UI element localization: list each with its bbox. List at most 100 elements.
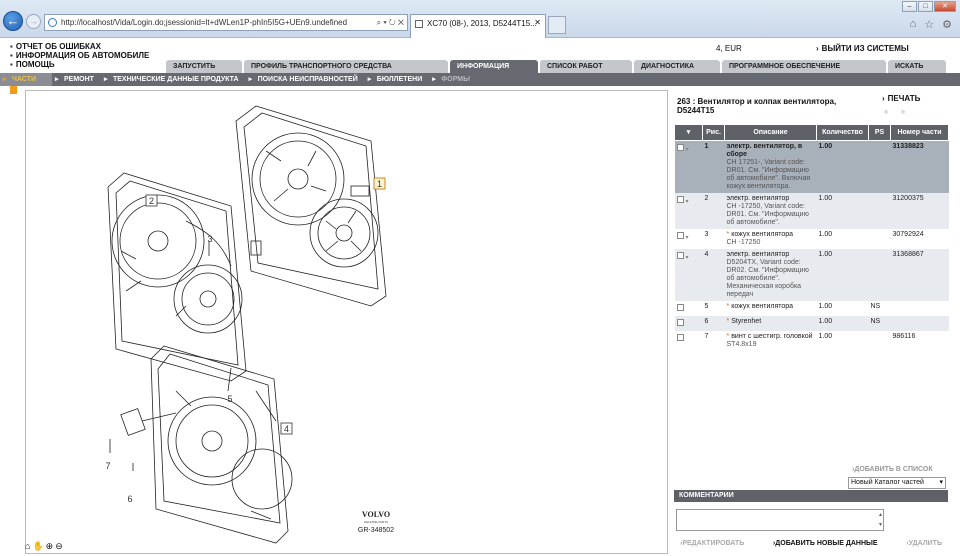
subnav-repair[interactable]: РЕМОНТ: [52, 73, 101, 86]
maximize-button[interactable]: □: [918, 1, 933, 12]
page-nav-arrows[interactable]: « »: [884, 107, 910, 116]
callout-4[interactable]: 4: [284, 424, 289, 434]
row-part-number[interactable]: 31338823: [890, 140, 949, 193]
parts-row[interactable]: ▾ 4 электр. вентилятор D5204TX, Variant cod…: [674, 249, 949, 301]
row-desc-text: электр. вентилятор, в сборе: [726, 143, 803, 158]
add-comment-button[interactable]: ДОБАВИТЬ НОВЫЕ ДАННЫЕ: [773, 540, 877, 547]
callout-5[interactable]: 5: [227, 394, 232, 404]
row-desc-text: Styrenhet: [731, 318, 762, 325]
row-ps: [868, 249, 891, 301]
parts-row[interactable]: 5 * кожух вентилятора 1.00 NS: [674, 301, 949, 316]
tab-information[interactable]: ИНФОРМАЦИЯ: [450, 60, 538, 73]
close-window-button[interactable]: ✕: [934, 1, 956, 12]
expand-sidebar-icon[interactable]: [10, 86, 17, 94]
row-desc-text: винт с шестигр. головкой: [731, 333, 813, 340]
zoom-out-icon[interactable]: ⊖: [55, 541, 63, 552]
new-tab-button[interactable]: [548, 16, 566, 34]
callout-1[interactable]: 1: [377, 179, 382, 189]
row-checkbox[interactable]: [676, 144, 684, 151]
exploded-view-illustration: 1 2 3 4 5 6 7 VOLVO GENUINE PARTS GR-348…: [105, 105, 394, 544]
row-part-number[interactable]: [890, 301, 949, 316]
zoom-in-icon[interactable]: ⊕: [46, 541, 54, 552]
comment-actions: РЕДАКТИРОВАТЬ ДОБАВИТЬ НОВЫЕ ДАННЫЕ УДАЛ…: [674, 540, 948, 547]
subnav-troubleshooting[interactable]: ПОИСКА НЕИСПРАВНОСТЕЙ: [246, 73, 365, 86]
edit-comment-button[interactable]: РЕДАКТИРОВАТЬ: [680, 540, 744, 547]
row-desc-detail: D5204TX, Variant code: DR02. См. "Информ…: [726, 259, 809, 298]
back-button[interactable]: ←: [3, 11, 23, 31]
callout-2[interactable]: 2: [149, 196, 154, 206]
forward-button[interactable]: →: [26, 14, 41, 29]
row-part-number[interactable]: 31368867: [890, 249, 949, 301]
gear-icon[interactable]: ⚙: [942, 18, 952, 31]
row-description: * винт с шестигр. головкой ST4.8x19: [724, 331, 817, 351]
parts-row[interactable]: ▾ 2 электр. вентилятор CH -17250, Variant c…: [674, 193, 949, 229]
row-checkbox[interactable]: [676, 334, 684, 341]
row-fig: 6: [702, 316, 725, 331]
col-description: Описание: [724, 124, 817, 141]
row-part-number[interactable]: 986116: [890, 331, 949, 351]
expand-row-icon[interactable]: ▾: [685, 199, 688, 205]
expand-row-icon[interactable]: ▾: [685, 147, 688, 153]
tab-diagnostics[interactable]: ДИАГНОСТИКА: [634, 60, 720, 73]
col-select[interactable]: ▾: [674, 124, 703, 141]
home-view-icon[interactable]: ⌂: [25, 541, 30, 552]
parts-row[interactable]: ▾ 1 электр. вентилятор, в сборе CH 17251-, …: [674, 140, 949, 193]
row-desc-detail: CH -17250: [726, 239, 761, 246]
tab-software[interactable]: ПРОГРАММНОЕ ОБЕСПЕЧЕНИЕ: [722, 60, 886, 73]
row-quantity: 1.00: [816, 301, 869, 316]
row-checkbox[interactable]: [676, 319, 684, 326]
tab-vehicle-profile[interactable]: ПРОФИЛЬ ТРАНСПОРТНОГО СРЕДСТВА: [244, 60, 448, 73]
parts-row[interactable]: ▾ 3 * кожух вентилятора CH -17250 1.00 307929…: [674, 229, 949, 249]
browser-toolbar-icons: ⌂ ☆ ⚙: [910, 18, 952, 31]
window-controls: – □ ✕: [902, 1, 956, 12]
star-icon[interactable]: ☆: [924, 18, 934, 31]
tab-close-icon[interactable]: ✕: [534, 18, 541, 27]
catalog-select[interactable]: Новый Каталог частей: [848, 477, 946, 489]
expand-row-icon[interactable]: ▾: [685, 255, 688, 261]
tab-start[interactable]: ЗАПУСТИТЬ: [166, 60, 242, 73]
tab-search[interactable]: ИСКАТЬ: [888, 60, 946, 73]
home-icon[interactable]: ⌂: [910, 18, 917, 31]
add-to-list-link[interactable]: ДОБАВИТЬ В СПИСОК: [852, 466, 932, 473]
subnav-bulletins[interactable]: БЮЛЛЕТЕНИ: [365, 73, 430, 86]
row-ps: NS: [868, 316, 891, 331]
parts-drawing[interactable]: 1 2 3 4 5 6 7 VOLVO GENUINE PARTS GR-348…: [25, 90, 668, 554]
fan-2b: [173, 264, 243, 334]
pan-icon[interactable]: ✋: [32, 541, 43, 552]
main-tabs: ЗАПУСТИТЬ ПРОФИЛЬ ТРАНСПОРТНОГО СРЕДСТВА…: [166, 60, 946, 73]
row-description: электр. вентилятор CH -17250, Variant cod…: [724, 193, 817, 229]
address-bar[interactable]: http://localhost/Vida/Login.do;jsessioni…: [44, 14, 408, 31]
address-tools[interactable]: ⌕ ▾ ↻ ✕: [372, 15, 404, 30]
callout-3[interactable]: 3: [207, 234, 212, 244]
row-ps: NS: [868, 301, 891, 316]
parts-row[interactable]: 7 * винт с шестигр. головкой ST4.8x19 1.00 9…: [674, 331, 949, 351]
tab-work-list[interactable]: СПИСОК РАБОТ: [540, 60, 632, 73]
row-checkbox[interactable]: [676, 304, 684, 311]
comments-panel: КОММЕНТАРИИ РЕДАКТИРОВАТЬ ДОБАВИТЬ НОВЫЕ…: [674, 490, 948, 554]
error-report-link[interactable]: ОТЧЕТ ОБ ОШИБКАХ: [10, 42, 149, 51]
minimize-button[interactable]: –: [902, 1, 917, 12]
row-part-number[interactable]: 30792924: [890, 229, 949, 249]
drawing-toolbar: ⌂ ✋ ⊕ ⊖: [25, 541, 63, 552]
callout-6[interactable]: 6: [127, 494, 132, 504]
parts-panel: 263 : Вентилятор и колпак вентилятора, D…: [674, 90, 952, 478]
row-checkbox[interactable]: [676, 232, 684, 239]
vehicle-info-link[interactable]: ИНФОРМАЦИЯ ОБ АВТОМОБИЛЕ: [10, 51, 150, 60]
browser-tab[interactable]: XC70 (08-), 2013, D5244T15... ✕: [410, 14, 546, 38]
callout-7[interactable]: 7: [105, 461, 110, 471]
row-ps: [868, 193, 891, 229]
subnav-parts[interactable]: ЧАСТИ: [0, 73, 52, 86]
row-part-number[interactable]: 31200375: [890, 193, 949, 229]
subnav-product-tech-data[interactable]: ТЕХНИЧЕСКИЕ ДАННЫЕ ПРОДУКТА: [101, 73, 246, 86]
logout-link[interactable]: ВЫЙТИ ИЗ СИСТЕМЫ: [816, 44, 909, 53]
expand-row-icon[interactable]: ▾: [685, 235, 688, 241]
tab-title: XC70 (08-), 2013, D5244T15...: [427, 19, 537, 28]
help-link[interactable]: ПОМОЩЬ: [10, 60, 149, 69]
row-checkbox[interactable]: [676, 252, 684, 259]
row-part-number[interactable]: [890, 316, 949, 331]
comments-textarea[interactable]: [676, 509, 884, 531]
print-link[interactable]: ПЕЧАТЬ: [882, 94, 921, 103]
row-checkbox[interactable]: [676, 196, 684, 203]
delete-comment-button[interactable]: УДАЛИТЬ: [906, 540, 942, 547]
parts-row[interactable]: 6 * Styrenhet 1.00 NS: [674, 316, 949, 331]
